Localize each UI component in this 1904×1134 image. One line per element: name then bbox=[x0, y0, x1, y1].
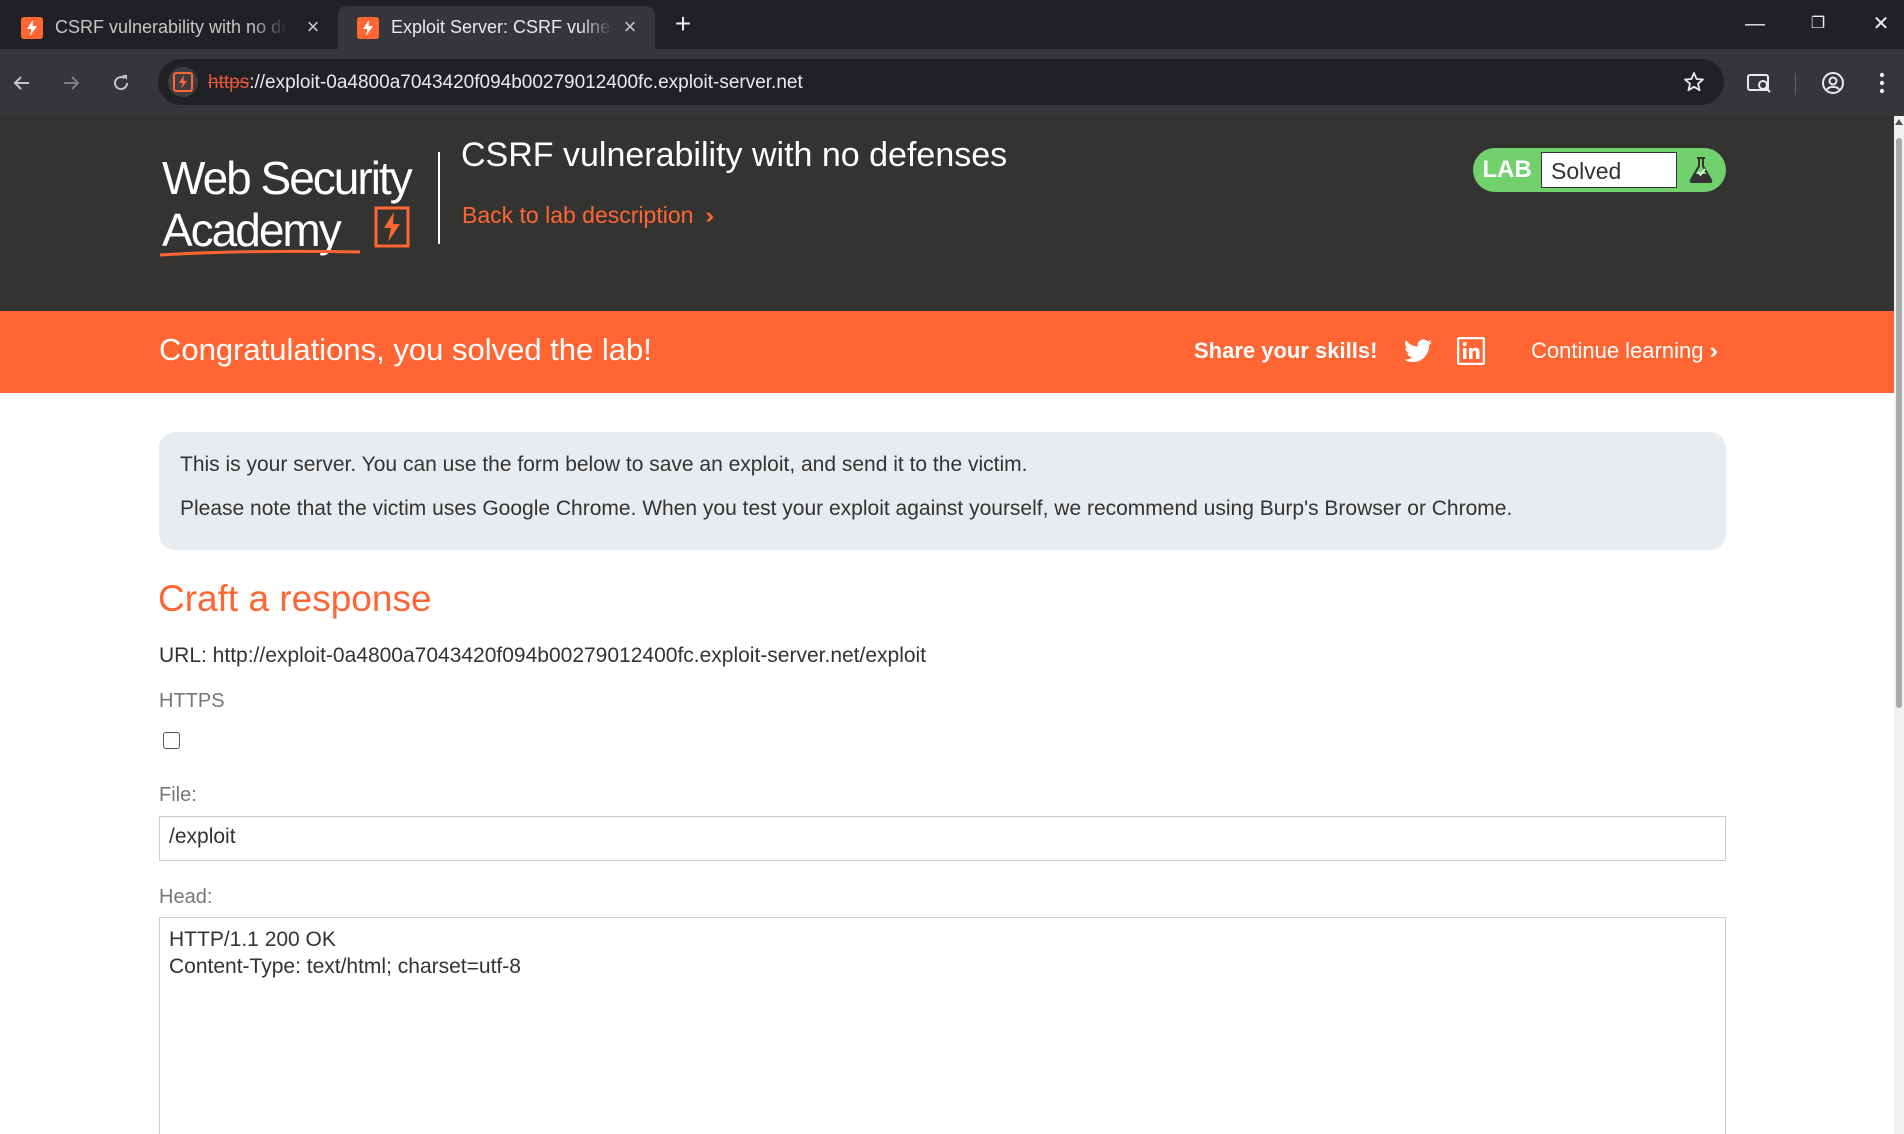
lab-solved-banner: Congratulations, you solved the lab! Sha… bbox=[0, 311, 1894, 393]
page-scrollbar[interactable] bbox=[1894, 116, 1904, 1134]
minimize-button[interactable]: — bbox=[1735, 10, 1775, 38]
toolbar-divider bbox=[1795, 73, 1796, 95]
restore-button[interactable]: ❐ bbox=[1798, 10, 1838, 38]
star-icon[interactable] bbox=[1682, 70, 1706, 94]
header-divider bbox=[438, 152, 440, 244]
scroll-up-arrow-icon[interactable] bbox=[1895, 119, 1903, 125]
logo-line-1: Web Security bbox=[162, 152, 413, 204]
logo-line-2: Academy bbox=[162, 204, 342, 256]
server-info-box: This is your server. You can use the for… bbox=[159, 432, 1726, 550]
file-path-input[interactable]: /exploit bbox=[159, 816, 1726, 861]
continue-learning-label: Continue learning bbox=[1531, 338, 1704, 363]
double-chevron-icon: ›› bbox=[705, 202, 713, 228]
lab-status-text: Solved bbox=[1551, 158, 1622, 184]
close-icon[interactable]: × bbox=[619, 16, 641, 38]
lab-status-badge: LAB Solved bbox=[1473, 148, 1726, 192]
double-chevron-icon: ›› bbox=[1709, 338, 1717, 363]
search-tabs-icon[interactable] bbox=[1745, 69, 1773, 97]
tab-title: Exploit Server: CSRF vulnerability with … bbox=[391, 17, 613, 37]
page-content: Web Security Academy CSRF vulnerability … bbox=[0, 116, 1894, 1134]
head-line: HTTP/1.1 200 OK bbox=[169, 928, 336, 951]
site-favicon-icon bbox=[357, 16, 379, 39]
tab-csrf-lab[interactable]: CSRF vulnerability with no defenses × bbox=[2, 6, 338, 49]
https-label: HTTPS bbox=[159, 690, 225, 712]
back-link-label: Back to lab description bbox=[462, 202, 694, 228]
web-security-academy-logo[interactable]: Web Security Academy bbox=[160, 146, 436, 262]
info-text-line-2: Please note that the victim uses Google … bbox=[180, 497, 1513, 520]
tab-exploit-server[interactable]: Exploit Server: CSRF vulnerability with … bbox=[338, 6, 655, 49]
window-close-button[interactable]: ✕ bbox=[1861, 10, 1901, 38]
share-skills-label: Share your skills! bbox=[1194, 338, 1378, 363]
site-info-icon[interactable] bbox=[168, 67, 198, 97]
craft-response-heading: Craft a response bbox=[158, 578, 432, 619]
forward-arrow-icon[interactable] bbox=[55, 67, 87, 99]
address-bar[interactable]: https://exploit-0a4800a7043420f094b00279… bbox=[158, 59, 1724, 105]
file-label: File: bbox=[159, 784, 197, 806]
url-host: ://exploit-0a4800a7043420f094b0027901240… bbox=[249, 72, 803, 93]
tab-title: CSRF vulnerability with no defenses bbox=[55, 17, 287, 37]
info-text-line-1: This is your server. You can use the for… bbox=[180, 453, 1028, 476]
browser-toolbar: https://exploit-0a4800a7043420f094b00279… bbox=[0, 49, 1904, 116]
close-icon[interactable]: × bbox=[302, 16, 324, 38]
back-arrow-icon[interactable] bbox=[6, 67, 38, 99]
flask-icon bbox=[1689, 157, 1713, 183]
back-to-lab-description-link[interactable]: Back to lab description ›› bbox=[462, 202, 713, 229]
continue-learning-link[interactable]: Continue learning ›› bbox=[1531, 338, 1717, 364]
linkedin-icon[interactable] bbox=[1457, 337, 1485, 365]
tab-strip: CSRF vulnerability with no defenses × Ex… bbox=[0, 0, 1904, 49]
academy-header: Web Security Academy CSRF vulnerability … bbox=[0, 116, 1894, 311]
https-checkbox[interactable] bbox=[163, 732, 180, 749]
lab-label: LAB bbox=[1482, 156, 1532, 183]
status-text-box: Solved bbox=[1541, 152, 1677, 188]
head-textarea[interactable]: HTTP/1.1 200 OK Content-Type: text/html;… bbox=[159, 917, 1726, 1134]
exploit-url: URL: http://exploit-0a4800a7043420f094b0… bbox=[159, 644, 927, 667]
head-line: Content-Type: text/html; charset=utf-8 bbox=[169, 955, 521, 978]
twitter-icon[interactable] bbox=[1404, 339, 1432, 363]
head-label: Head: bbox=[159, 886, 213, 908]
url-text[interactable]: https://exploit-0a4800a7043420f094b00279… bbox=[208, 72, 803, 94]
reload-icon[interactable] bbox=[105, 67, 137, 99]
kebab-menu-icon[interactable] bbox=[1868, 69, 1896, 97]
profile-icon[interactable] bbox=[1819, 69, 1847, 97]
lab-title: CSRF vulnerability with no defenses bbox=[461, 136, 1008, 174]
url-scheme: https bbox=[208, 72, 250, 93]
site-favicon-icon bbox=[21, 16, 43, 39]
plus-icon[interactable]: + bbox=[668, 10, 698, 40]
scrollbar-thumb[interactable] bbox=[1896, 138, 1902, 708]
congratulations-message: Congratulations, you solved the lab! bbox=[159, 332, 652, 367]
